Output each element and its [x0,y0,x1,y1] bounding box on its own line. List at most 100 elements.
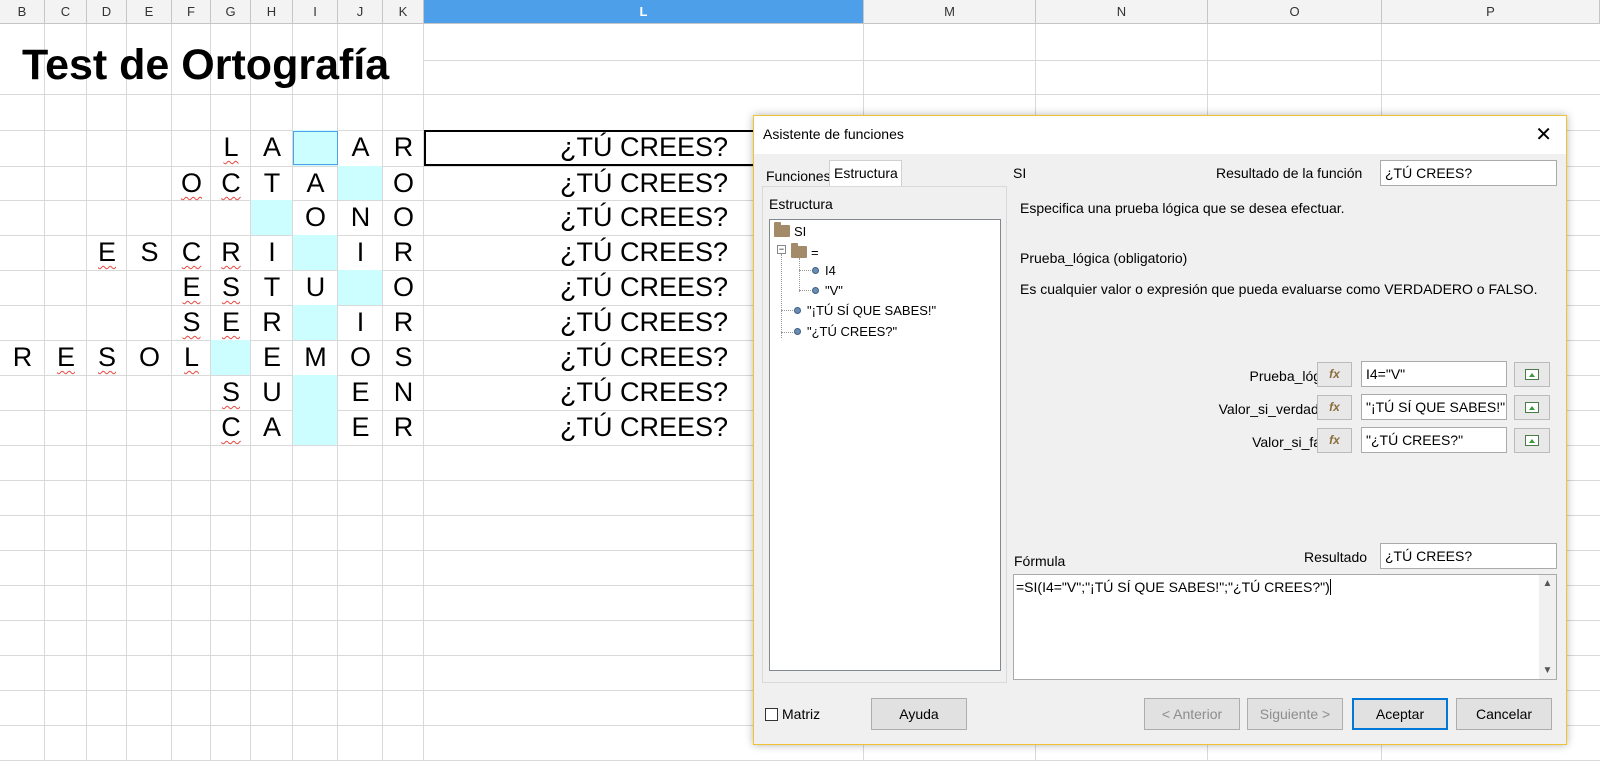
letter-cell[interactable]: O [383,270,424,305]
scroll-down-icon[interactable]: ▼ [1539,662,1556,679]
tree-node-true-value[interactable]: "¡TÚ SÍ QUE SABES!" [794,303,936,318]
letter-cell[interactable]: O [293,200,338,235]
column-header-d[interactable]: D [87,0,127,24]
column-header-o[interactable]: O [1208,0,1382,24]
letter-cell[interactable]: I [338,235,383,270]
tree-node-eq[interactable]: = [791,243,819,260]
checkbox-icon[interactable] [765,708,778,721]
letter-cell[interactable]: O [383,166,424,201]
letter-cell[interactable]: E [172,270,211,305]
letter-cell[interactable]: U [293,270,338,305]
letter-cell[interactable]: A [251,130,293,165]
scroll-up-icon[interactable]: ▲ [1539,575,1556,592]
letter-cell[interactable]: N [338,200,383,235]
letter-cell[interactable]: R [383,410,424,445]
column-header-g[interactable]: G [211,0,251,24]
letter-cell[interactable]: T [251,166,293,201]
letter-cell[interactable]: A [338,130,383,165]
letter-cell[interactable]: O [127,340,172,375]
letter-cell[interactable]: E [338,375,383,410]
blank-cell[interactable] [338,270,382,305]
blank-cell[interactable] [338,166,382,200]
tree-node-i4[interactable]: I4 [812,263,836,278]
letter-cell[interactable]: R [383,130,424,165]
letter-cell[interactable]: R [251,305,293,340]
column-header-i[interactable]: I [293,0,338,24]
prueba-logica-input[interactable]: I4="V" [1361,361,1507,387]
letter-cell[interactable]: A [293,166,338,201]
blank-cell[interactable] [293,235,337,270]
formula-editor[interactable]: =SI(I4="V";"¡TÚ SÍ QUE SABES!";"¿TÚ CREE… [1013,574,1557,680]
tree-node-v[interactable]: "V" [812,283,843,298]
letter-cell[interactable]: R [211,235,251,270]
column-header-n[interactable]: N [1036,0,1208,24]
cancelar-button[interactable]: Cancelar [1456,698,1552,730]
column-header-l[interactable]: L [424,0,864,24]
letter-cell[interactable]: S [383,340,424,375]
letter-cell[interactable]: O [338,340,383,375]
letter-cell[interactable]: A [251,410,293,445]
letter-cell[interactable]: I [338,305,383,340]
column-header-m[interactable]: M [864,0,1036,24]
blank-cell[interactable] [211,340,250,375]
aceptar-button[interactable]: Aceptar [1352,698,1448,730]
letter-cell[interactable]: S [127,235,172,270]
letter-cell[interactable]: U [251,375,293,410]
letter-cell[interactable]: S [87,340,127,375]
letter-cell[interactable]: L [211,130,251,165]
fx-icon[interactable]: fx [1317,428,1352,453]
letter-cell[interactable]: E [251,340,293,375]
letter-cell[interactable]: S [211,270,251,305]
letter-cell[interactable]: S [172,305,211,340]
letter-cell[interactable]: O [172,166,211,201]
column-header-j[interactable]: J [338,0,383,24]
letter-cell[interactable]: C [172,235,211,270]
collapse-icon[interactable]: − [777,245,786,254]
ayuda-button[interactable]: Ayuda [871,698,967,730]
column-header-b[interactable]: B [0,0,45,24]
letter-cell[interactable]: R [383,305,424,340]
letter-cell[interactable]: N [383,375,424,410]
cell-i4-highlight[interactable] [293,131,338,165]
formula-scrollbar[interactable]: ▲ ▼ [1539,575,1556,679]
valor-si-falso-input[interactable]: "¿TÚ CREES?" [1361,427,1507,453]
letter-cell[interactable]: E [45,340,87,375]
valor-si-verdadero-input[interactable]: "¡TÚ SÍ QUE SABES!" [1361,394,1507,420]
column-header-h[interactable]: H [251,0,293,24]
letter-cell[interactable]: O [383,200,424,235]
blank-cell[interactable] [293,305,337,340]
shrink-icon[interactable] [1514,428,1550,453]
tree-node-si[interactable]: SI [774,222,806,239]
letter-cell[interactable]: E [211,305,251,340]
tab-estructura[interactable]: Estructura [829,160,902,186]
blank-cell[interactable] [293,375,337,410]
letter-cell[interactable]: I [251,235,293,270]
column-header-p[interactable]: P [1382,0,1600,24]
fx-icon[interactable]: fx [1317,362,1352,387]
blank-cell[interactable] [251,200,292,235]
matriz-checkbox[interactable]: Matriz [765,706,820,722]
letter-cell[interactable]: C [211,410,251,445]
shrink-icon[interactable] [1514,395,1550,420]
letter-cell[interactable]: R [383,235,424,270]
letter-cell[interactable]: C [211,166,251,201]
blank-cell[interactable] [293,410,337,445]
letter-cell[interactable]: R [0,340,45,375]
letter-cell[interactable]: S [211,375,251,410]
column-header-k[interactable]: K [383,0,424,24]
siguiente-button[interactable]: Siguiente > [1247,698,1343,730]
letter-cell[interactable]: E [87,235,127,270]
structure-tree[interactable]: SI − = I4 "V" "¡TÚ SÍ QUE SABES!" "¿TÚ C… [769,219,1001,671]
column-header-e[interactable]: E [127,0,172,24]
shrink-icon[interactable] [1514,362,1550,387]
anterior-button[interactable]: < Anterior [1144,698,1240,730]
tree-node-false-value[interactable]: "¿TÚ CREES?" [794,324,897,339]
fx-icon[interactable]: fx [1317,395,1352,420]
column-header-f[interactable]: F [172,0,211,24]
sheet-title[interactable]: Test de Ortografía [22,41,389,90]
column-header-c[interactable]: C [45,0,87,24]
letter-cell[interactable]: E [338,410,383,445]
letter-cell[interactable]: L [172,340,211,375]
close-icon[interactable]: ✕ [1535,122,1552,147]
letter-cell[interactable]: T [251,270,293,305]
